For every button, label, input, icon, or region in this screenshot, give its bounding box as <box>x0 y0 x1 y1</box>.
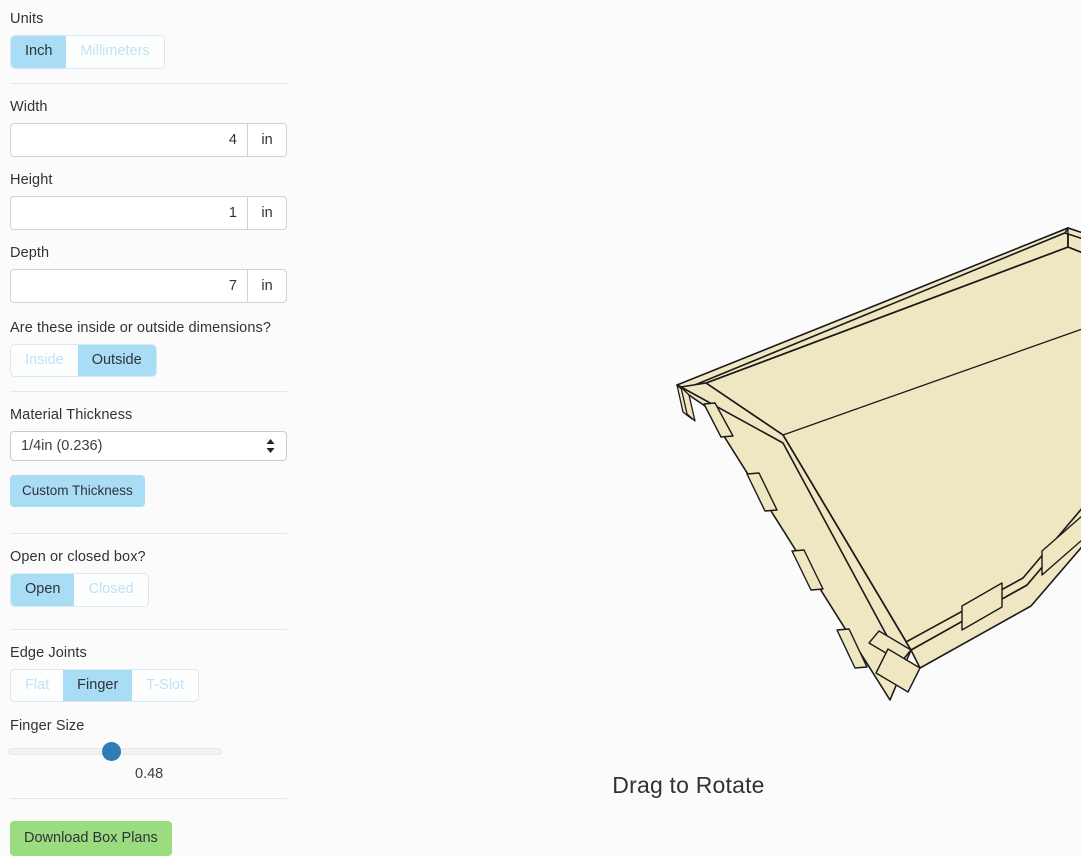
height-unit-suffix: in <box>247 195 287 230</box>
dimension-basis-option-inside[interactable]: Inside <box>11 345 78 377</box>
download-box-plans-button[interactable]: Download Box Plans <box>10 821 172 856</box>
box-type-label: Open or closed box? <box>10 549 146 565</box>
edge-joints-option-t-slot[interactable]: T-Slot <box>132 670 198 702</box>
units-label: Units <box>10 11 44 27</box>
height-label: Height <box>10 171 53 188</box>
depth-label: Depth <box>10 244 50 261</box>
edge-joints-option-flat[interactable]: Flat <box>11 670 63 702</box>
width-label: Width <box>10 98 48 115</box>
finger-size-slider-thumb[interactable] <box>101 742 121 761</box>
divider-units <box>10 82 287 84</box>
divider-dimensions <box>10 391 287 392</box>
drag-to-rotate-hint: Drag to Rotate <box>612 772 765 798</box>
box-3d-render[interactable] <box>296 0 1081 821</box>
dimension-basis-option-outside[interactable]: Outside <box>77 344 156 376</box>
material-thickness-label: Material Thickness <box>10 407 133 423</box>
material-thickness-select[interactable]: 1/4in (0.236) <box>10 431 287 461</box>
units-toggle-group[interactable]: Inch Millimeters <box>10 35 165 69</box>
box-type-option-open[interactable]: Open <box>11 574 75 606</box>
edge-joints-label: Edge Joints <box>10 644 87 661</box>
height-input[interactable] <box>10 195 247 230</box>
divider-thickness <box>10 533 287 534</box>
width-input[interactable] <box>10 122 247 157</box>
box-type-option-closed[interactable]: Closed <box>74 574 147 606</box>
options-sidebar: Units Inch Millimeters Width in Height i… <box>0 0 296 856</box>
dimension-basis-toggle-group[interactable]: Inside Outside <box>10 343 157 377</box>
height-input-row[interactable]: in <box>10 195 287 230</box>
finger-size-slider[interactable] <box>8 742 222 761</box>
edge-joints-option-finger[interactable]: Finger <box>63 669 133 701</box>
depth-input-row[interactable]: in <box>10 268 287 303</box>
finger-size-label: Finger Size <box>10 718 85 734</box>
edge-joints-toggle-group[interactable]: Flat Finger T-Slot <box>10 668 200 702</box>
divider-box-type <box>10 628 287 630</box>
width-unit-suffix: in <box>247 122 287 157</box>
dimension-basis-label: Are these inside or outside dimensions? <box>10 319 272 336</box>
units-option-inch[interactable]: Inch <box>11 36 67 68</box>
box-preview-viewer[interactable]: Drag to Rotate <box>296 0 1081 821</box>
units-option-millimeters[interactable]: Millimeters <box>66 36 163 68</box>
depth-input[interactable] <box>10 268 247 303</box>
finger-size-value: 0.48 <box>135 766 164 782</box>
depth-unit-suffix: in <box>247 268 287 303</box>
box-type-toggle-group[interactable]: Open Closed <box>10 573 149 607</box>
material-thickness-select-wrap[interactable]: 1/4in (0.236) <box>10 431 287 461</box>
width-input-row[interactable]: in <box>10 122 287 157</box>
divider-finger <box>10 798 287 799</box>
custom-thickness-button[interactable]: Custom Thickness <box>10 475 145 507</box>
